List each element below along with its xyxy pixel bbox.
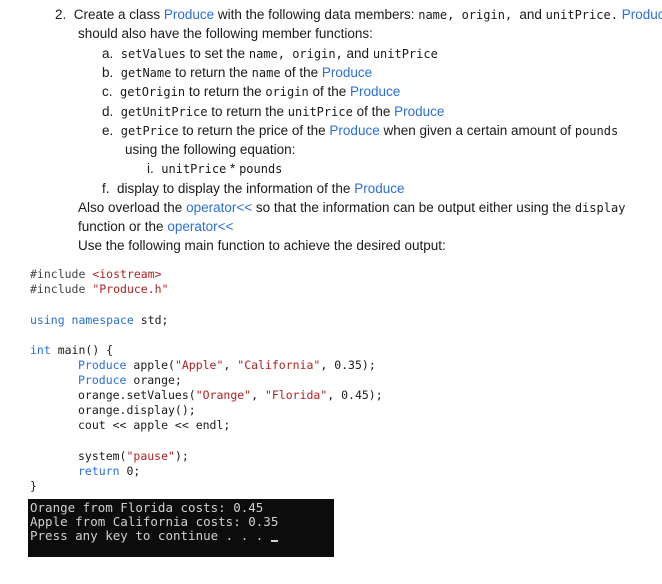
- code-include-iostream: #include <iostream>: [30, 267, 162, 281]
- question-number: 2.: [55, 7, 67, 22]
- console-output: Orange from Florida costs: 0.45 Apple fr…: [28, 499, 334, 557]
- code-line: Produce apple("Apple", "California", 0.3…: [78, 358, 376, 372]
- list-item-a: a. setValues to set the name, origin, an…: [102, 46, 438, 61]
- code-line: cout << apple << endl;: [78, 418, 231, 432]
- code-line: orange.display();: [78, 403, 196, 417]
- list-item-c: c. getOrigin to return the origin of the…: [102, 84, 401, 99]
- code-main-signature: int main() {: [30, 343, 114, 357]
- equation: i. unitPrice * pounds: [147, 161, 283, 176]
- question-line-2: should also have the following member fu…: [78, 26, 373, 41]
- code-closing-brace: }: [30, 479, 37, 493]
- code-include-produce: #include "Produce.h": [30, 282, 169, 296]
- console-line: Press any key to continue . . .: [30, 528, 278, 543]
- overload-line-2: function or the operator<<: [78, 219, 234, 234]
- list-item-f: f. display to display the information of…: [102, 181, 405, 196]
- list-item-d: d. getUnitPrice to return the unitPrice …: [102, 104, 445, 119]
- console-line: Orange from Florida costs: 0.45: [30, 500, 264, 515]
- list-item-b: b. getName to return the name of the Pro…: [102, 65, 373, 80]
- code-line: orange.setValues("Orange", "Florida", 0.…: [78, 388, 383, 402]
- main-instruction: Use the following main function to achie…: [78, 238, 446, 253]
- code-line: return 0;: [78, 464, 141, 478]
- equation-intro: using the following equation:: [125, 142, 296, 157]
- code-using: using namespace std;: [30, 313, 169, 327]
- code-line: system("pause");: [78, 449, 189, 463]
- list-item-e: e. getPrice to return the price of the P…: [102, 123, 619, 138]
- question-line-1: 2. Create a class Produce with the follo…: [55, 7, 662, 22]
- cursor-icon: [270, 540, 278, 542]
- overload-line-1: Also overload the operator<< so that the…: [78, 200, 626, 215]
- code-line: Produce orange;: [78, 373, 182, 387]
- console-line: Apple from California costs: 0.35: [30, 514, 279, 529]
